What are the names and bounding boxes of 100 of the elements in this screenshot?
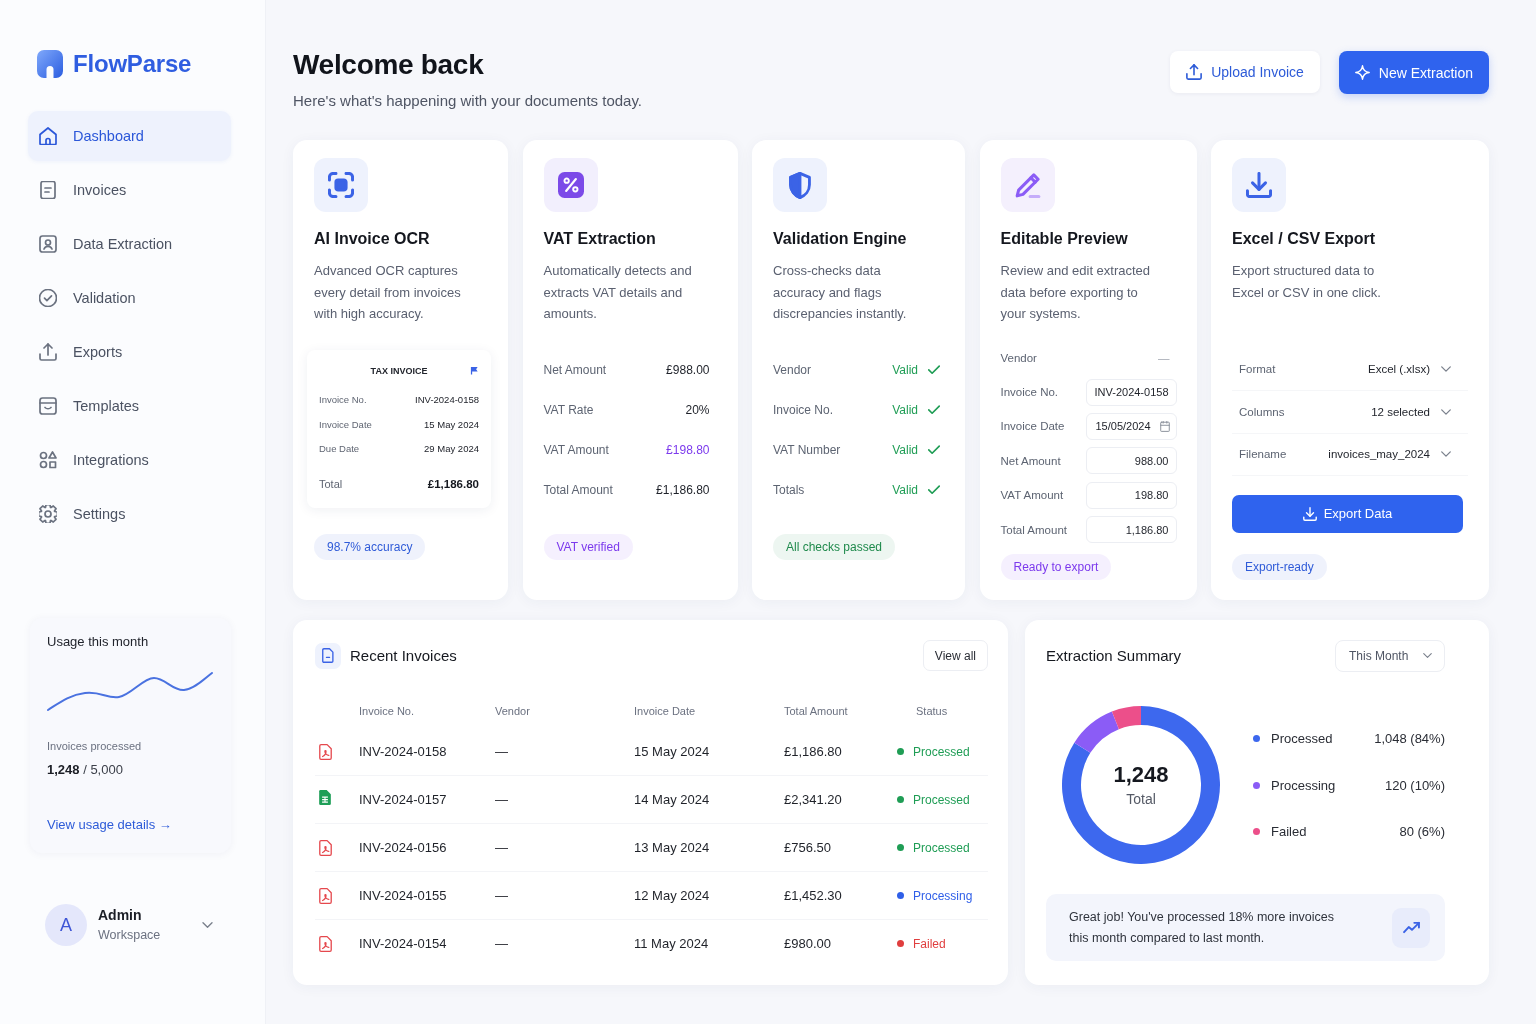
legend-value: 80 (6%) — [1399, 824, 1445, 839]
flag-icon — [470, 366, 479, 375]
total-label: Total — [319, 477, 343, 490]
card-description: Review and edit extracted data before exporting to your systems. — [1000, 262, 1152, 323]
legend-label: Processing — [1271, 777, 1336, 793]
usage-count: 1,248 / 5,000 — [47, 762, 123, 778]
select-field[interactable]: 12 selected — [1371, 405, 1451, 418]
legend-label: Processed — [1271, 731, 1333, 746]
chevron-down-icon — [1441, 408, 1451, 415]
download-icon — [1232, 158, 1286, 212]
note-text: Great job! You've processed 18% more invoices this month compared to last month. — [1069, 908, 1336, 947]
avatar: A — [45, 904, 87, 946]
panel-title: Recent Invoices — [350, 647, 457, 664]
card-title: Editable Preview — [1000, 229, 1129, 249]
status-label: Processed — [913, 792, 970, 807]
table-cell: INV-2024-0154 — [359, 919, 495, 967]
input-field[interactable]: 988.00 — [1085, 447, 1177, 475]
nav-item[interactable]: Templates — [28, 381, 231, 431]
field-label: Total Amount — [543, 482, 613, 497]
column-header: Status — [915, 705, 948, 717]
status-label: Processed — [913, 744, 970, 759]
legend-label: Failed — [1271, 824, 1307, 839]
table-cell: INV-2024-0156 — [359, 823, 495, 872]
table-cell: £1,186.80 — [784, 728, 896, 776]
pdf-file-icon — [319, 887, 332, 904]
sparkle-icon — [1354, 65, 1370, 80]
field-value: £198.80 — [666, 442, 710, 457]
table-cell: 11 May 2024 — [634, 919, 784, 967]
select-field[interactable]: invoices_may_2024 — [1328, 448, 1451, 461]
total-value: £1,186.80 — [427, 477, 479, 490]
page-title: Welcome back — [293, 48, 485, 82]
usage-link[interactable]: View usage details → — [47, 817, 172, 833]
field-label: Net Amount — [1000, 454, 1061, 467]
usage-caption: Invoices processed — [47, 739, 142, 753]
card-description: Cross-checks data accuracy and flags discrepancies instantly. — [773, 262, 908, 323]
field-label: VAT Amount — [1000, 489, 1064, 502]
nav-item[interactable]: Data Extraction — [28, 219, 231, 269]
settings-icon — [39, 505, 57, 523]
brand-name: FlowParse — [73, 50, 192, 78]
input-field[interactable]: INV-2024-0158 — [1085, 378, 1177, 406]
primary-button[interactable]: New Extraction — [1338, 51, 1489, 94]
period-dropdown[interactable]: This Month — [1335, 639, 1445, 672]
field-label: Total Amount — [1000, 523, 1067, 536]
chevron-down-icon[interactable] — [202, 922, 213, 928]
scan-icon — [314, 158, 368, 212]
field-label: VAT Rate — [543, 402, 594, 417]
check-status: Valid — [892, 482, 918, 497]
document-icon — [39, 181, 57, 199]
pdf-file-icon — [319, 935, 332, 952]
field-label: Invoice No. — [1000, 386, 1059, 399]
column-header: Vendor — [495, 705, 530, 717]
logo-icon — [37, 50, 63, 78]
spreadsheet-icon — [319, 790, 331, 805]
table-cell: — — [495, 728, 634, 776]
view-all-button[interactable]: View all — [922, 640, 988, 671]
pdf-file-icon — [319, 743, 332, 760]
legend-value: 1,048 (84%) — [1374, 731, 1445, 746]
card-title: Validation Engine — [773, 229, 908, 249]
field-label: Filename — [1239, 448, 1287, 461]
shapes-icon — [39, 451, 57, 469]
date-field[interactable]: 15/05/2024 — [1085, 412, 1177, 440]
table-cell: INV-2024-0157 — [359, 775, 495, 824]
usage-title: Usage this month — [47, 633, 149, 651]
field-value: 15 May 2024 — [424, 418, 479, 430]
pdf-file-icon — [319, 839, 332, 856]
chevron-down-icon — [1441, 366, 1451, 373]
percent-icon — [543, 158, 598, 212]
select-field[interactable]: Excel (.xlsx) — [1368, 363, 1451, 376]
field-value: 29 May 2024 — [424, 443, 479, 455]
table-cell: 12 May 2024 — [634, 871, 784, 920]
nav-item[interactable]: Validation — [28, 273, 231, 323]
chart-total-label: Total — [1126, 790, 1156, 808]
workspace-label: Workspace — [98, 927, 162, 944]
secondary-button[interactable]: Upload Invoice — [1170, 51, 1320, 93]
input-field[interactable]: 198.80 — [1085, 481, 1177, 509]
table-cell: £1,452.30 — [784, 871, 896, 920]
table-cell: INV-2024-0155 — [359, 871, 495, 920]
export-button[interactable]: Export Data — [1232, 494, 1463, 533]
field-label: Columns — [1239, 405, 1285, 418]
field-label: Invoice Date — [319, 418, 372, 430]
pencil-icon — [1000, 158, 1055, 212]
field-label: Due Date — [319, 443, 360, 455]
status-badge: Export-ready — [1232, 554, 1327, 580]
panel-title: Extraction Summary — [1046, 647, 1182, 664]
nav-item[interactable]: Integrations — [28, 435, 231, 485]
nav-item[interactable]: Dashboard — [28, 111, 231, 161]
status-label: Failed — [913, 936, 946, 951]
nav-item[interactable]: Exports — [28, 327, 231, 377]
trend-up-icon — [1392, 907, 1430, 948]
check-status: Valid — [892, 442, 918, 457]
status-badge: VAT verified — [543, 534, 633, 560]
field-label: Vendor — [1000, 351, 1037, 364]
table-cell: — — [495, 919, 634, 967]
field-value: — — [1158, 351, 1171, 364]
chart-total: 1,248 — [1113, 762, 1169, 788]
nav-item[interactable]: Settings — [28, 489, 231, 539]
table-cell: 14 May 2024 — [634, 775, 784, 824]
nav-item[interactable]: Invoices — [28, 165, 231, 215]
input-field[interactable]: 1,186.80 — [1085, 516, 1177, 544]
status-badge: 98.7% accuracy — [314, 534, 426, 560]
